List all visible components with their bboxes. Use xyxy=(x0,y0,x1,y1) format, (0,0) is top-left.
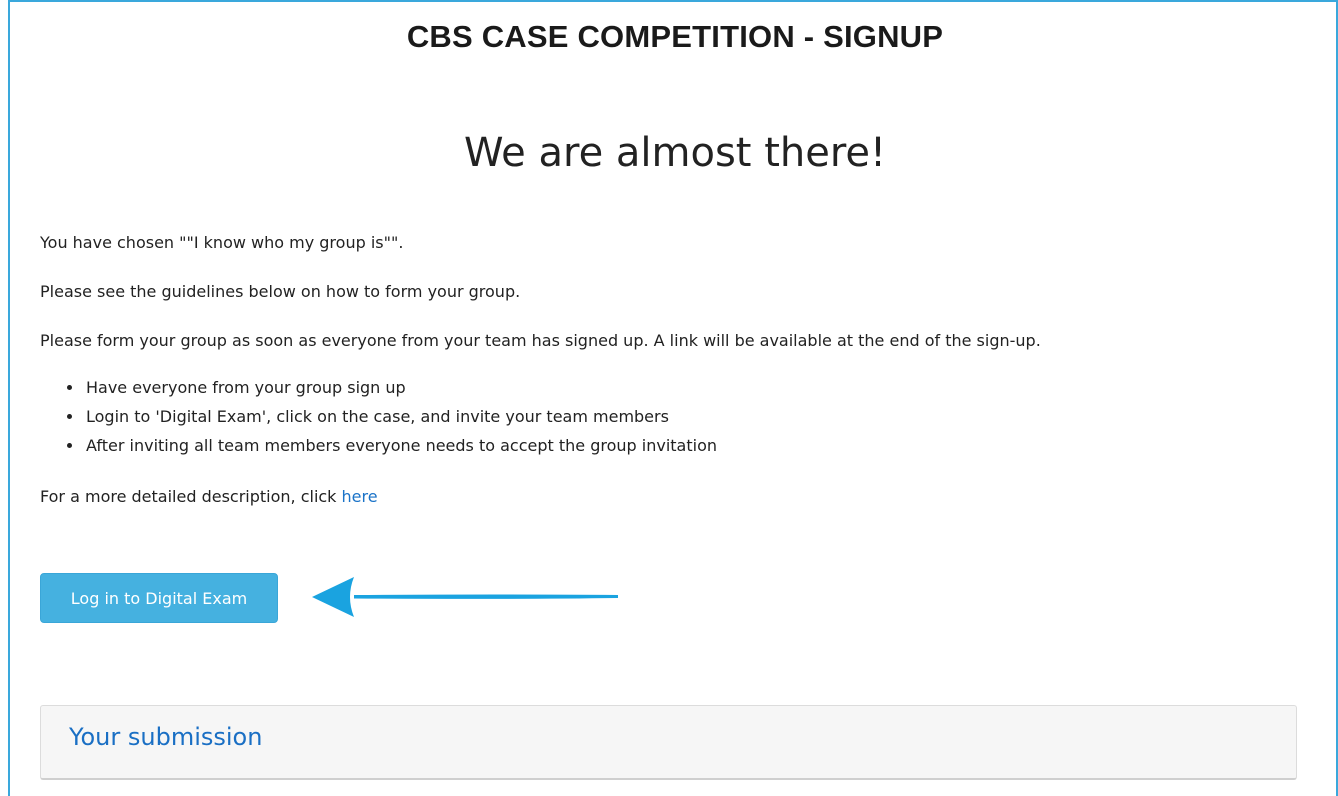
detail-link[interactable]: here xyxy=(342,487,378,506)
hero-heading: We are almost there! xyxy=(463,130,887,176)
detail-prefix: For a more detailed description, click xyxy=(40,487,342,506)
instruction-text: Please form your group as soon as everyo… xyxy=(40,331,1041,350)
list-item: After inviting all team members everyone… xyxy=(84,431,717,460)
choice-text: You have chosen ""I know who my group is… xyxy=(40,233,404,252)
detail-text: For a more detailed description, click h… xyxy=(40,487,378,506)
list-item: Have everyone from your group sign up xyxy=(84,373,717,402)
guidelines-text: Please see the guidelines below on how t… xyxy=(40,282,521,301)
submission-panel: Your submission xyxy=(40,705,1297,780)
login-digital-exam-button[interactable]: Log in to Digital Exam xyxy=(40,573,278,623)
submission-title: Your submission xyxy=(69,723,263,751)
left-arrow-icon xyxy=(312,577,618,617)
page-title: CBS CASE COMPETITION - SIGNUP xyxy=(406,19,944,54)
list-item: Login to 'Digital Exam', click on the ca… xyxy=(84,402,717,431)
page-frame: CBS CASE COMPETITION - SIGNUP We are alm… xyxy=(8,0,1338,796)
steps-list: Have everyone from your group sign up Lo… xyxy=(40,373,717,460)
